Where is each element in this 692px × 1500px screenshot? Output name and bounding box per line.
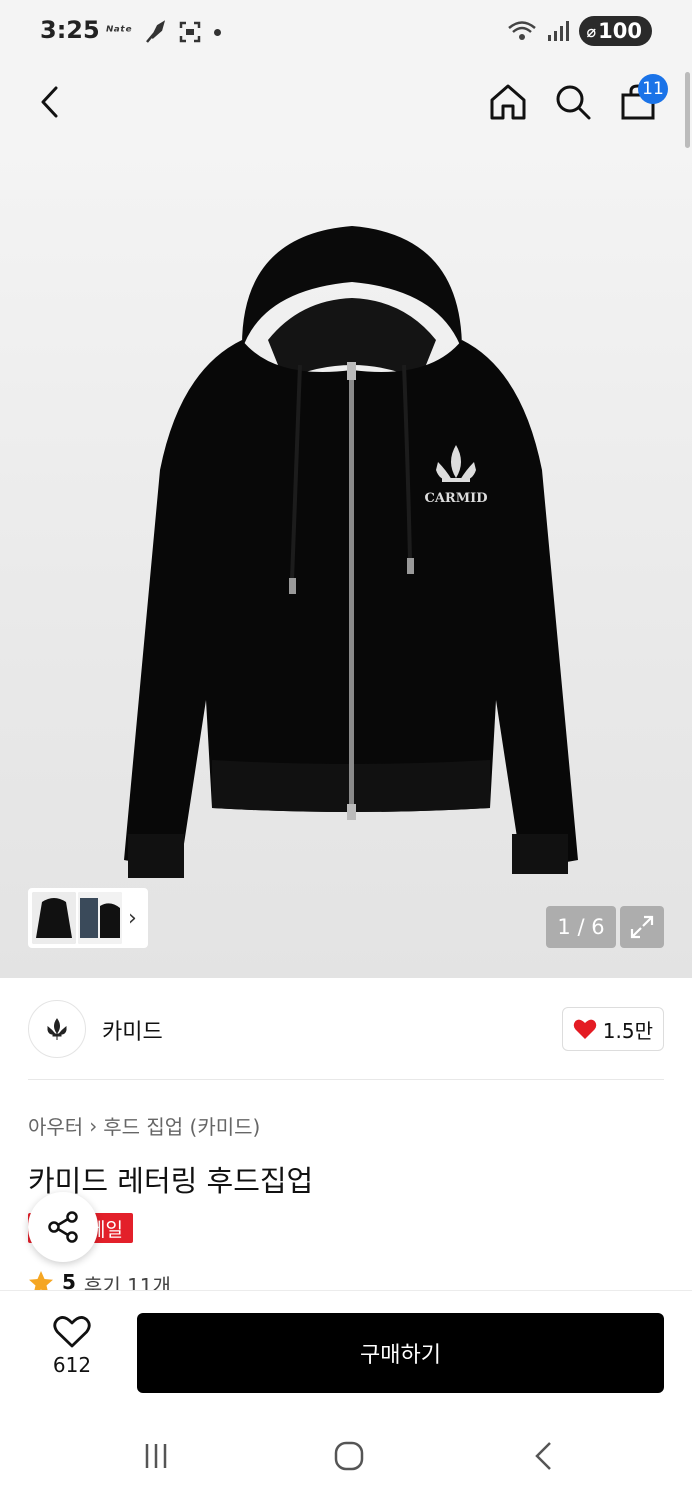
search-button[interactable] <box>549 78 597 126</box>
cart-button[interactable]: 11 <box>614 74 668 126</box>
app-header: 11 <box>0 64 692 140</box>
svg-text:CARMID: CARMID <box>425 491 488 506</box>
brand-logo[interactable] <box>28 1000 86 1058</box>
breadcrumb: 아우터 › 후드 집업 (카미드) <box>28 1111 260 1140</box>
thumbnail-strip[interactable]: › <box>28 888 148 948</box>
thumbnail-1[interactable] <box>32 892 76 944</box>
review-count[interactable]: 후기 11개 <box>84 1270 171 1292</box>
chevron-left-icon <box>41 86 58 118</box>
wifi-icon <box>507 21 536 40</box>
system-status-icons: ⌀ 100 <box>507 16 652 46</box>
breadcrumb-item-hood-zipup[interactable]: 후드 집업 (카미드) <box>103 1111 260 1140</box>
thumbnail-2[interactable] <box>78 892 122 944</box>
app-notification-icon: ᴺᵃᵗᵉ <box>106 24 132 40</box>
brand-like-button[interactable]: 1.5만 <box>561 1007 664 1051</box>
scrollbar[interactable] <box>685 72 690 148</box>
rating-value: 5 <box>62 1270 76 1292</box>
dot-icon <box>213 28 221 36</box>
expand-icon <box>630 915 654 939</box>
home-nav-button[interactable] <box>329 1436 369 1476</box>
thumbnail-next-arrow[interactable]: › <box>128 906 137 931</box>
cart-count-badge: 11 <box>638 74 668 104</box>
expand-button[interactable] <box>620 906 664 948</box>
search-icon <box>556 85 591 120</box>
battery-indicator: ⌀ 100 <box>578 16 652 46</box>
back-nav-button[interactable] <box>524 1436 564 1476</box>
heart-outline-icon <box>53 1316 91 1348</box>
share-button[interactable] <box>28 1192 98 1262</box>
wishlist-count: 612 <box>52 1353 92 1377</box>
battery-level: 100 <box>598 19 642 43</box>
page-indicator: 1 / 6 <box>546 906 616 948</box>
review-summary[interactable]: 5 후기 11개 <box>28 1270 171 1292</box>
feather-icon <box>145 20 165 43</box>
back-nav-icon <box>535 1442 551 1470</box>
signal-icon <box>547 21 569 41</box>
notification-icons: ᴺᵃᵗᵉ <box>106 20 221 44</box>
brand-row[interactable]: 카미드 1.5만 <box>28 998 664 1060</box>
status-time: 3:25 <box>40 16 100 44</box>
star-icon <box>29 1271 53 1292</box>
buy-button[interactable]: 구매하기 <box>137 1313 664 1393</box>
back-button[interactable] <box>26 78 74 126</box>
system-navigation-bar <box>0 1410 692 1500</box>
breadcrumb-item-outer[interactable]: 아우터 <box>28 1111 83 1140</box>
brand-name[interactable]: 카미드 <box>102 1014 163 1046</box>
bottom-action-bar: 612 구매하기 <box>0 1290 692 1410</box>
divider <box>28 1079 664 1080</box>
screenshot-icon <box>179 21 201 43</box>
home-icon <box>490 84 526 120</box>
share-icon <box>48 1211 78 1243</box>
home-nav-icon <box>334 1441 364 1471</box>
wishlist-button[interactable]: 612 <box>36 1315 108 1385</box>
status-bar: 3:25 ᴺᵃᵗᵉ ⌀ 100 <box>0 0 692 64</box>
recent-apps-icon <box>145 1444 167 1468</box>
battery-leaf-icon: ⌀ <box>586 21 597 41</box>
brand-like-count: 1.5만 <box>602 1018 653 1043</box>
heart-filled-icon <box>573 1019 597 1039</box>
hoodie-product-image: CARMID <box>124 226 578 878</box>
product-image-gallery[interactable]: CARMID › 1 / 6 <box>0 140 692 978</box>
recent-apps-button[interactable] <box>136 1436 176 1476</box>
fleur-de-lis-icon <box>47 1018 67 1040</box>
home-button[interactable] <box>484 78 532 126</box>
breadcrumb-separator: › <box>89 1113 98 1138</box>
